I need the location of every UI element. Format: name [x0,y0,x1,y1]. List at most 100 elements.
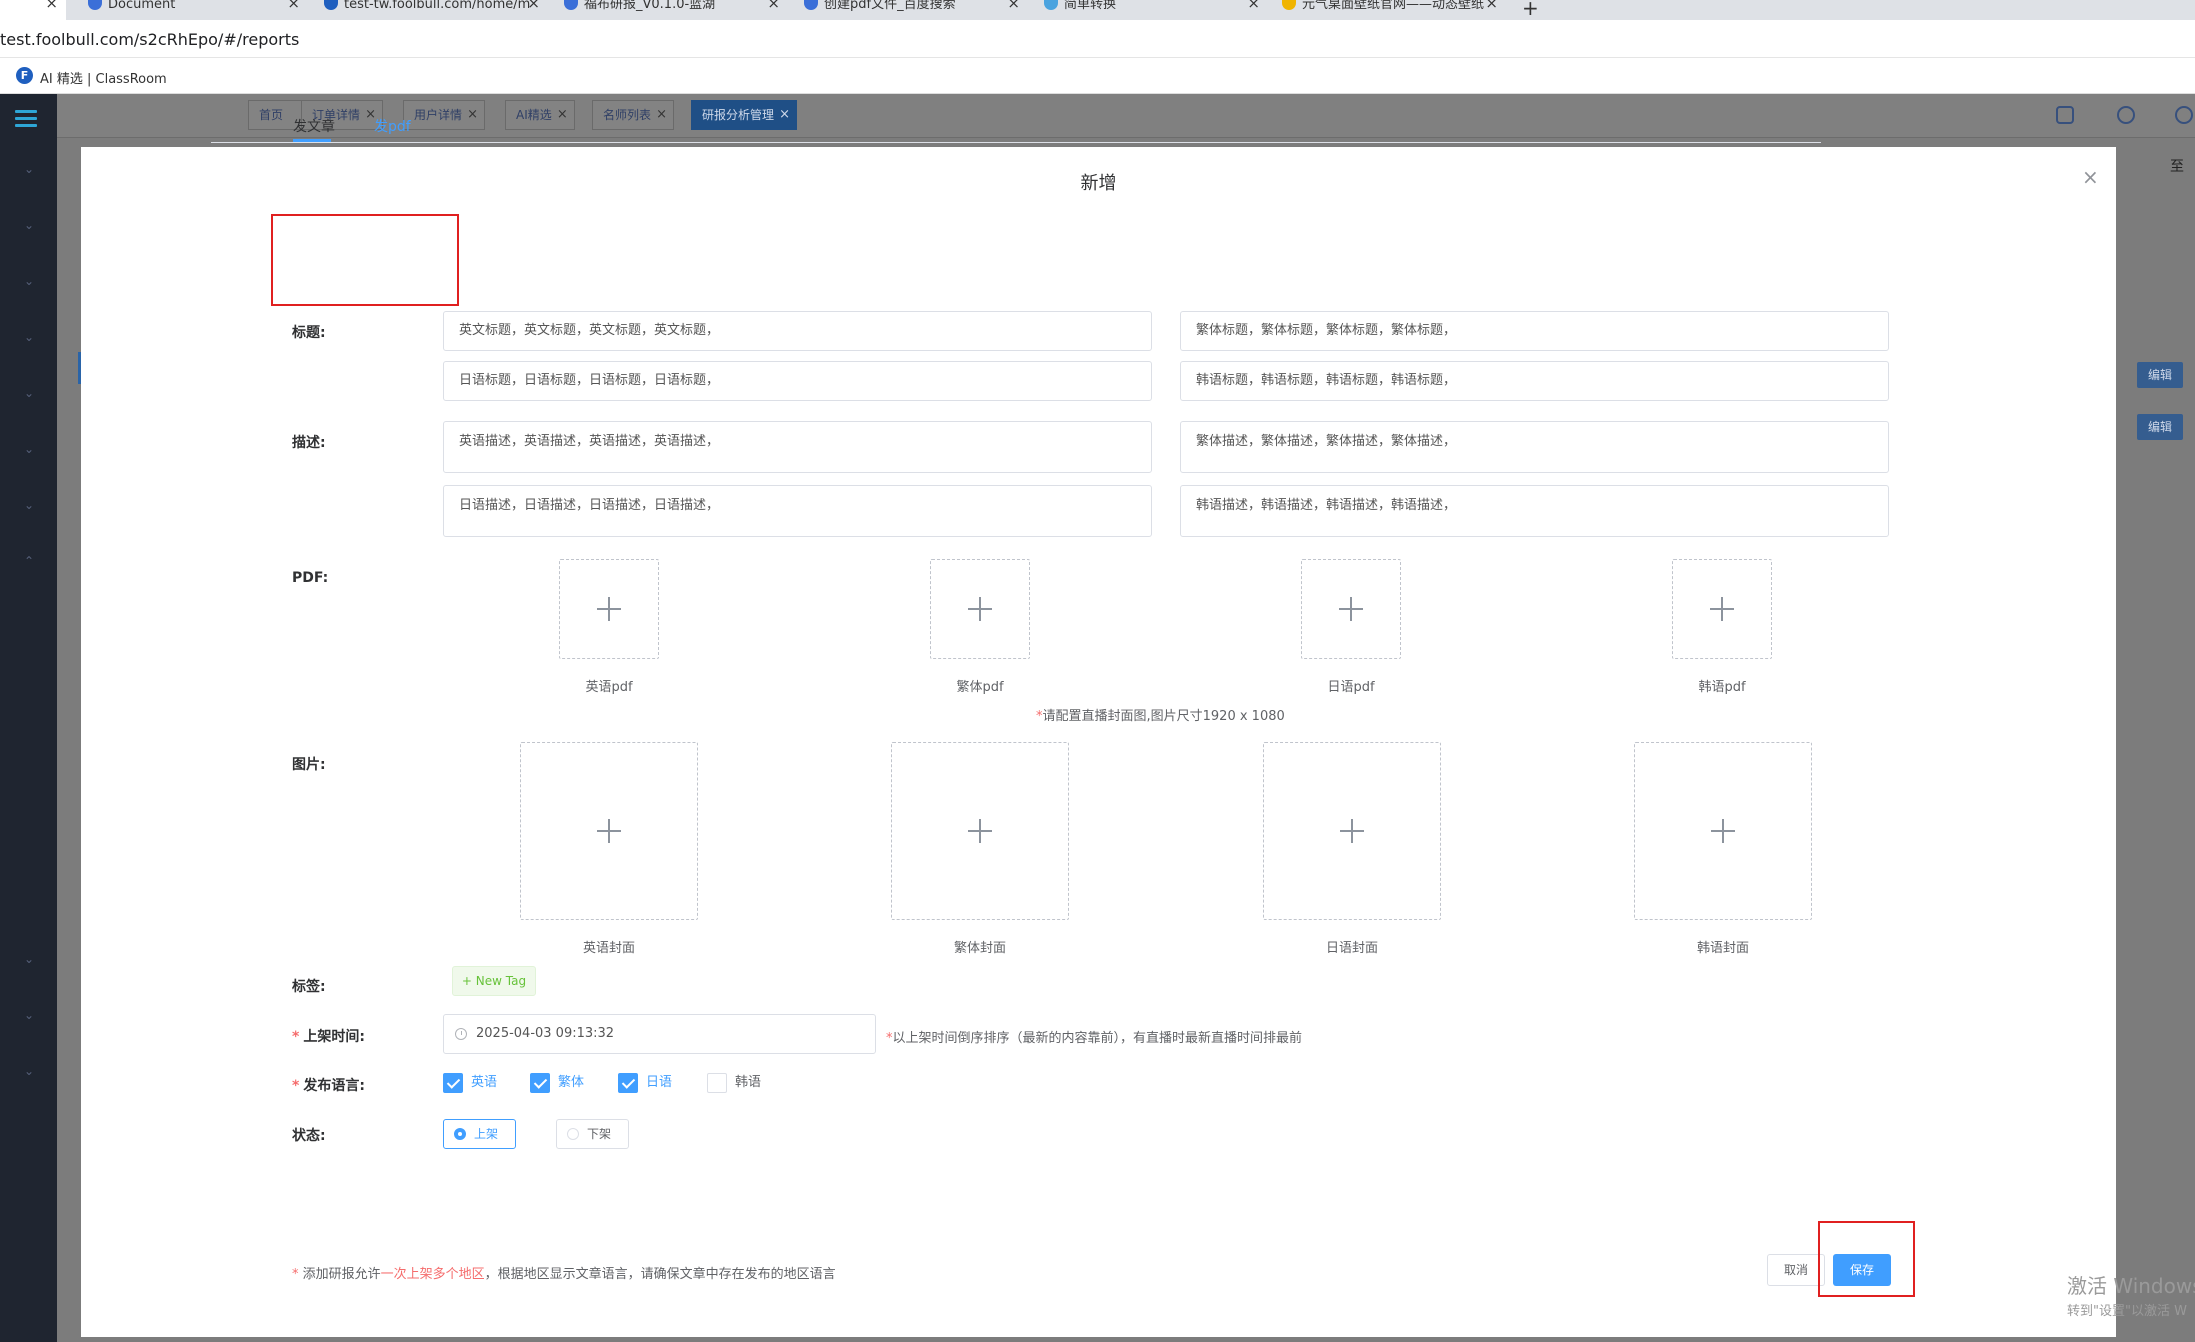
dialog-title: 新增 [1080,173,1117,194]
address-bar[interactable]: test.foolbull.com/s2cRhEpo/#/reports [0,20,2195,58]
pdf-label: PDF: [292,570,329,586]
image-label: 图片: [292,757,326,773]
browser-tab-title: 简单转换 [1064,0,1117,12]
title-en-input[interactable]: 英文标题，英文标题，英文标题，英文标题， [443,311,1152,351]
clock-icon [455,1028,467,1040]
status-radio-off-shelf[interactable]: 下架 [556,1119,629,1149]
plus-icon [1339,597,1363,621]
active-tab-indicator [293,139,331,142]
cover-caption-en: 英语封面 [582,941,635,956]
footer-note: * 添加研报允许一次上架多个地区，根据地区显示文章语言，请确保文章中存在发布的地… [292,1267,836,1282]
status-radio-on-shelf[interactable]: 上架 [443,1119,516,1149]
cover-upload-en[interactable] [520,742,698,920]
checkbox-checked-icon [618,1073,638,1093]
pdf-caption-kr: 韩语pdf [1698,680,1746,695]
settings-icon[interactable] [2117,106,2135,124]
browser-tab[interactable]: 福布研报_V0.1.0-蓝湖 × [558,0,788,20]
favicon-icon [88,0,102,10]
browser-tab[interactable]: 简单转换 × [1038,0,1268,20]
publish-time-hint: *以上架时间倒序排序（最新的内容靠前），有直播时最新直播时间排最前 [886,1031,1303,1046]
chevron-down-icon[interactable]: ⌄ [24,442,34,456]
title-kr-input[interactable]: 韩语标题，韩语标题，韩语标题，韩语标题， [1180,361,1889,401]
description-label: 描述: [292,435,326,451]
close-tab-icon[interactable]: × [1485,0,1498,11]
new-tab-icon[interactable]: + [1522,0,1539,20]
favicon-icon [1044,0,1058,10]
checkbox-checked-icon [530,1073,550,1093]
chevron-down-icon[interactable]: ⌄ [24,386,34,400]
windows-watermark-sub: 转到"设置"以激活 W [2067,1304,2187,1319]
close-tab-icon[interactable]: × [767,0,780,11]
lang-checkbox-en[interactable]: 英语 [443,1073,497,1093]
cover-caption-tw: 繁体封面 [953,941,1006,956]
print-icon[interactable] [2056,106,2074,124]
title-jp-input[interactable]: 日语标题，日语标题，日语标题，日语标题， [443,361,1152,401]
lang-checkbox-kr[interactable]: 韩语 [707,1073,761,1093]
windows-watermark: 激活 Windows [2067,1274,2195,1298]
publish-time-picker[interactable]: 2025-04-03 09:13:32 [443,1014,876,1054]
desc-en-textarea[interactable]: 英语描述，英语描述，英语描述，英语描述， [443,421,1152,473]
pdf-caption-jp: 日语pdf [1327,680,1375,695]
close-tab-icon[interactable]: × [527,0,540,11]
desc-jp-textarea[interactable]: 日语描述，日语描述，日语描述，日语描述， [443,485,1152,537]
pdf-upload-jp[interactable] [1301,559,1401,659]
browser-tab-title: 福布研报_V0.1.0-蓝湖 [584,0,716,12]
chevron-down-icon[interactable]: ⌄ [24,218,34,232]
chevron-down-icon[interactable]: ⌄ [24,330,34,344]
pdf-upload-kr[interactable] [1672,559,1772,659]
tab-pdf[interactable]: 发pdf [374,116,411,136]
browser-tab[interactable]: 创建pdf文件_百度搜索 × [798,0,1028,20]
cover-upload-kr[interactable] [1634,742,1812,920]
chevron-down-icon[interactable]: ⌄ [24,162,34,176]
lang-checkbox-jp[interactable]: 日语 [618,1073,672,1093]
title-label: 标题: [292,325,326,341]
tags-label: 标签: [292,979,326,995]
chevron-down-icon[interactable]: ⌄ [24,1008,34,1022]
browser-tab-active[interactable]: × [0,0,66,20]
cover-upload-jp[interactable] [1263,742,1441,920]
edit-button[interactable]: 编辑 [2137,414,2183,440]
chevron-down-icon[interactable]: ⌄ [24,498,34,512]
cancel-button[interactable]: 取消 [1767,1254,1825,1286]
close-tab-icon[interactable]: × [287,0,300,11]
close-tab-icon[interactable]: × [1247,0,1260,11]
edit-button[interactable]: 编辑 [2137,362,2183,388]
publish-time-label: * 上架时间: [292,1029,365,1045]
desc-kr-textarea[interactable]: 韩语描述，韩语描述，韩语描述，韩语描述， [1180,485,1889,537]
browser-tab-title: Document [108,0,176,12]
desc-tw-textarea[interactable]: 繁体描述，繁体描述，繁体描述，繁体描述， [1180,421,1889,473]
bookmark-item[interactable]: AI 精选 | ClassRoom [40,68,167,87]
publish-time-value: 2025-04-03 09:13:32 [476,1026,615,1041]
pdf-upload-en[interactable] [559,559,659,659]
chevron-down-icon[interactable]: ⌄ [24,274,34,288]
new-tag-button[interactable]: + New Tag [452,966,536,996]
chevron-down-icon[interactable]: ⌄ [24,1064,34,1078]
annotation-box-save [1818,1221,1915,1297]
close-tab-icon[interactable]: × [1007,0,1020,11]
plus-icon [968,819,992,843]
cover-caption-kr: 韩语封面 [1696,941,1749,956]
browser-tab[interactable]: test-tw.foolbull.com/home/m × [318,0,548,20]
cover-upload-tw[interactable] [891,742,1069,920]
tab-article[interactable]: 发文章 [293,116,335,136]
chevron-down-icon[interactable]: ⌄ [24,952,34,966]
menu-toggle-icon[interactable] [15,110,37,128]
url-text[interactable]: test.foolbull.com/s2cRhEpo/#/reports [0,30,299,49]
browser-tab[interactable]: Document × [82,0,308,20]
favicon-icon [804,0,818,10]
chevron-up-icon[interactable]: ⌃ [24,554,34,568]
pdf-upload-tw[interactable] [930,559,1030,659]
close-tab-icon[interactable]: × [45,0,58,11]
radio-unselected-icon [567,1128,579,1140]
content-type-tabs: 发文章 发pdf [211,104,1821,143]
title-tw-input[interactable]: 繁体标题，繁体标题，繁体标题，繁体标题， [1180,311,1889,351]
lang-checkbox-tw[interactable]: 繁体 [530,1073,584,1093]
refresh-icon[interactable] [2175,106,2193,124]
status-label: 状态: [292,1128,326,1144]
favicon-icon [324,0,338,10]
bookmark-favicon-icon: F [16,67,33,84]
browser-tab[interactable]: 元气桌面壁纸官网——动态壁纸 × [1276,0,1506,20]
browser-tab-title: 创建pdf文件_百度搜索 [824,0,956,12]
cover-caption-jp: 日语封面 [1325,941,1378,956]
close-icon[interactable]: × [2082,165,2099,189]
